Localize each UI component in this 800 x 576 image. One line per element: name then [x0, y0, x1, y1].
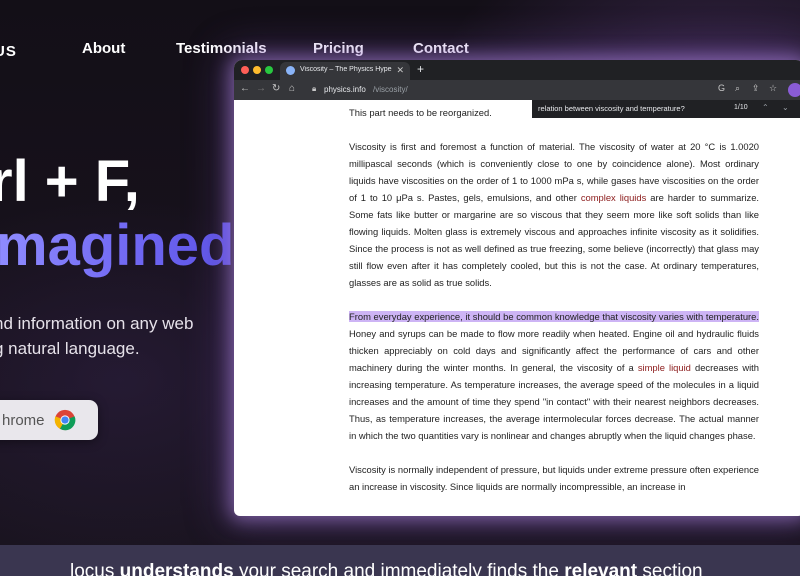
search-icon[interactable]: ⌕ — [735, 83, 740, 94]
find-bar[interactable]: relation between viscosity and temperatu… — [532, 100, 800, 118]
close-window-dot[interactable] — [241, 66, 249, 74]
paragraph: From everyday experience, it should be c… — [349, 311, 760, 441]
address-bar[interactable]: 🔒︎ physics.info /viscosity/ — [308, 83, 528, 97]
url-path: /viscosity/ — [373, 85, 408, 94]
close-icon[interactable]: ✕ — [396, 65, 404, 76]
back-arrow-icon[interactable]: ← — [240, 83, 250, 94]
tab-bar: Viscosity – The Physics Hyperte ✕ + — [234, 60, 800, 80]
hero-subtitle-line2: g natural language. — [0, 339, 140, 358]
reload-icon[interactable]: ↻ — [272, 83, 280, 94]
nav-pricing[interactable]: Pricing — [313, 40, 364, 57]
tab-title: Viscosity – The Physics Hyperte — [300, 66, 392, 73]
maximize-window-dot[interactable] — [265, 66, 273, 74]
profile-avatar[interactable] — [788, 83, 800, 97]
add-to-chrome-button[interactable]: hrome — [0, 400, 98, 440]
home-icon[interactable]: ⌂ — [289, 83, 295, 94]
nav-about[interactable]: About — [82, 40, 125, 57]
article-content: This part needs to be reorganized. Visco… — [349, 104, 759, 512]
tab-viscosity[interactable]: Viscosity – The Physics Hyperte ✕ — [280, 62, 410, 80]
url-host: physics.info — [324, 85, 366, 94]
browser-toolbar: ← → ↻ ⌂ 🔒︎ physics.info /viscosity/ G ⌕ … — [234, 80, 800, 100]
favicon-icon — [286, 66, 295, 75]
top-nav: US About Testimonials Pricing Contact — [0, 38, 800, 62]
plus-icon[interactable]: + — [417, 62, 424, 76]
hero-subtitle: nd information on any web g natural lang… — [0, 311, 224, 361]
chrome-icon — [54, 409, 76, 431]
star-icon[interactable]: ☆ — [769, 83, 777, 94]
hero-title-line2: magined — [0, 212, 235, 279]
find-match-count: 1/10 — [734, 104, 748, 111]
nav-testimonials[interactable]: Testimonials — [176, 40, 267, 57]
search-highlight: From everyday experience, it should be c… — [349, 311, 759, 322]
hero-title-line1: rl + F, — [0, 149, 140, 214]
paragraph: Viscosity is first and foremost a functi… — [349, 141, 760, 288]
paragraph: Viscosity is normally independent of pre… — [349, 464, 759, 492]
browser-window: Viscosity – The Physics Hyperte ✕ + ← → … — [234, 60, 800, 516]
chevron-up-icon[interactable]: ⌃ — [762, 103, 769, 112]
find-input[interactable]: relation between viscosity and temperatu… — [538, 104, 685, 113]
forward-arrow-icon[interactable]: → — [256, 83, 266, 94]
feature-tagline: locus understands your search and immedi… — [70, 561, 703, 576]
lock-icon: 🔒︎ — [312, 84, 317, 93]
google-icon[interactable]: G — [718, 83, 725, 93]
share-icon[interactable]: ⇪ — [752, 83, 760, 94]
nav-contact[interactable]: Contact — [413, 40, 469, 57]
hero-subtitle-line1: nd information on any web — [0, 314, 194, 333]
chevron-down-icon[interactable]: ⌄ — [782, 103, 789, 112]
link-complex-liquids[interactable]: complex liquids — [581, 192, 646, 203]
minimize-window-dot[interactable] — [253, 66, 261, 74]
link-simple-liquid[interactable]: simple liquid — [638, 362, 691, 373]
brand-logo[interactable]: US — [0, 43, 17, 60]
cta-label: hrome — [2, 412, 45, 429]
feature-band: locus understands your search and immedi… — [0, 545, 800, 576]
